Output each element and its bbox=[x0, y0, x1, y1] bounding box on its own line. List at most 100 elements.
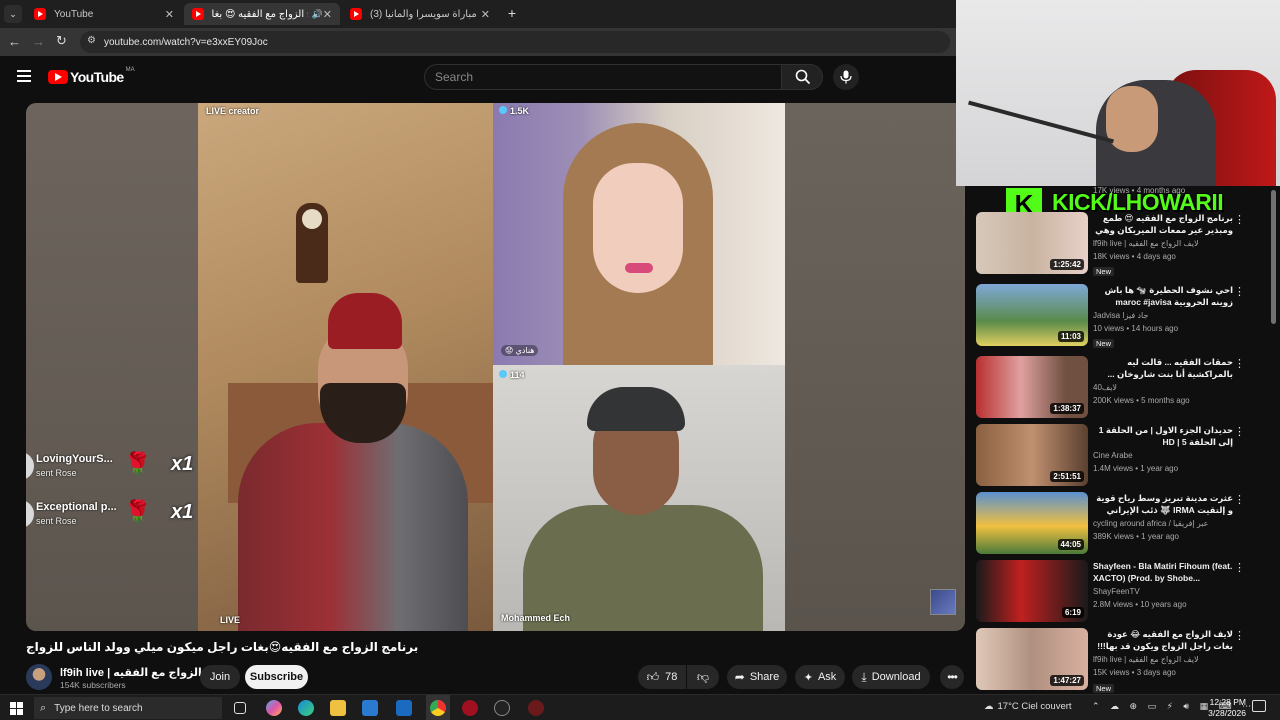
clock-time: 12:28 PM bbox=[1209, 697, 1246, 707]
list-item[interactable]: 1:25:42 برنامج الزواج مع الفقيه 😍 طمع وم… bbox=[976, 212, 1268, 276]
more-vertical-icon[interactable]: ⋮ bbox=[1234, 494, 1245, 506]
guest-man-cap-illustration bbox=[587, 387, 685, 431]
clock[interactable]: 12:28 PM 3/28/2026 bbox=[1200, 697, 1246, 718]
list-item[interactable]: 11:03 احي نشوف الحطيرة 🐄 ها باش زوينه ال… bbox=[976, 284, 1268, 348]
edge-icon[interactable] bbox=[298, 700, 314, 716]
join-button[interactable]: Join bbox=[200, 665, 240, 689]
more-vertical-icon[interactable]: ⋮ bbox=[1234, 562, 1245, 574]
share-button[interactable]: ➦ Share bbox=[727, 665, 787, 689]
site-info-icon[interactable]: ⚙ bbox=[87, 35, 96, 46]
video-pane-host: LIVE creator LIVE bbox=[198, 103, 493, 631]
cloud-icon: ☁ bbox=[984, 701, 994, 712]
share-label: Share bbox=[749, 671, 780, 683]
search-icon: ⌕ bbox=[40, 701, 47, 714]
more-vertical-icon[interactable]: ⋮ bbox=[1234, 358, 1245, 370]
more-vertical-icon[interactable]: ⋮ bbox=[1234, 426, 1245, 438]
download-label: Download bbox=[871, 671, 921, 683]
address-bar[interactable]: ⚙ youtube.com/watch?v=e3xxEY09Joc bbox=[80, 31, 950, 53]
youtube-favicon-icon bbox=[192, 8, 204, 20]
list-item[interactable]: 1:47:27 لايف الزواج مع الفقيه 😂 عودة بغا… bbox=[976, 628, 1268, 693]
taskbar-search-box[interactable]: ⌕ Type here to search bbox=[34, 697, 222, 719]
app-icon-red[interactable] bbox=[462, 700, 478, 716]
subscribe-button[interactable]: Subscribe bbox=[245, 665, 308, 689]
microphone-icon bbox=[840, 70, 852, 84]
recommendation-meta: 18K views • 4 days ago bbox=[1093, 252, 1176, 261]
list-item[interactable]: 6:19 Shayfeen - Bla Matiri Fihoum (feat.… bbox=[976, 560, 1268, 624]
video-thumbnail: 11:03 bbox=[976, 284, 1088, 346]
ask-button[interactable]: ✦ Ask bbox=[795, 665, 845, 689]
recommendation-meta: 10 views • 14 hours ago bbox=[1093, 324, 1179, 333]
more-vertical-icon[interactable]: ⋮ bbox=[1234, 286, 1245, 298]
gift-count: x1 bbox=[171, 501, 194, 523]
more-vertical-icon[interactable]: ⋮ bbox=[1234, 214, 1245, 226]
copilot-icon[interactable] bbox=[266, 700, 282, 716]
menu-icon[interactable] bbox=[17, 70, 31, 82]
task-view-icon[interactable] bbox=[234, 702, 246, 714]
gift-notification-1: LovingYourS... sent Rose 🌹 x1 bbox=[26, 447, 196, 487]
back-icon[interactable]: ← bbox=[8, 34, 21, 49]
video-left-margin bbox=[26, 103, 198, 631]
channel-avatar[interactable] bbox=[26, 664, 52, 690]
gift-user: LovingYourS... bbox=[36, 453, 113, 465]
browser-tab-video[interactable]: برنامج الزواج مع الفقيه 😍 بغا... 🔊 ✕ bbox=[184, 3, 340, 25]
ask-label: Ask bbox=[817, 671, 837, 683]
tab-label: (3) ملخص مباراة سويسرا وألمانيا bbox=[370, 8, 480, 20]
like-button[interactable]: 👍︎ 78 bbox=[638, 665, 686, 689]
gift-notification-2: Exceptional p... sent Rose 🌹 x1 bbox=[26, 495, 196, 535]
region-code: MA bbox=[125, 67, 135, 73]
chrome-icon[interactable] bbox=[430, 700, 446, 716]
outlook-icon[interactable] bbox=[396, 700, 412, 716]
new-badge: New bbox=[1093, 684, 1115, 693]
gift-action: sent Rose bbox=[36, 516, 77, 526]
dislike-button[interactable]: 👎︎ bbox=[687, 665, 719, 689]
video-pane-guest-top: 1.5K 😟 هنادي bbox=[493, 103, 785, 365]
more-vertical-icon[interactable]: ⋮ bbox=[1234, 630, 1245, 642]
avatar bbox=[26, 500, 34, 528]
close-tab-icon[interactable]: ✕ bbox=[481, 8, 490, 21]
store-icon[interactable] bbox=[362, 700, 378, 716]
tab-search-dropdown-button[interactable]: ⌄ bbox=[4, 5, 22, 23]
list-item[interactable]: 1:38:37 حمقات الفقيه ... قالت ليه بالمرا… bbox=[976, 356, 1268, 420]
notifications-icon[interactable] bbox=[1252, 700, 1266, 712]
gift-count: x1 bbox=[171, 453, 194, 475]
fez-hat-illustration bbox=[328, 293, 402, 349]
scrollbar[interactable] bbox=[1271, 190, 1276, 324]
search-input[interactable]: Search bbox=[424, 64, 782, 90]
recommendation-channel: لايف40 bbox=[1093, 383, 1117, 392]
windows-start-icon[interactable] bbox=[10, 702, 23, 715]
reload-icon[interactable]: ↻ bbox=[56, 33, 67, 49]
recommendation-title: احي نشوف الحطيرة 🐄 ها باش زوينه الحروبية… bbox=[1104, 285, 1233, 307]
recommendation-title: Shayfeen - Bla Matiri Fihoum (feat. XACT… bbox=[1093, 561, 1233, 583]
browser-tab-youtube[interactable]: YouTube ✕ bbox=[26, 3, 182, 25]
speaker-icon[interactable]: 🔊 bbox=[312, 9, 323, 20]
list-item[interactable]: 2:51:51 حديدان الجزء الاول | من الحلقة 1… bbox=[976, 424, 1268, 488]
forward-icon[interactable]: → bbox=[32, 34, 45, 49]
recommendation-meta: 1.4M views • 1 year ago bbox=[1093, 464, 1179, 473]
close-tab-icon[interactable]: ✕ bbox=[323, 8, 332, 21]
browser-tab-match[interactable]: (3) ملخص مباراة سويسرا وألمانيا ✕ bbox=[342, 3, 498, 25]
live-creator-label: LIVE creator bbox=[206, 106, 260, 116]
youtube-play-icon bbox=[48, 70, 68, 84]
download-button[interactable]: ⤓ Download bbox=[852, 665, 930, 689]
weather-widget[interactable]: ☁ 17°C Ciel couvert bbox=[984, 701, 1072, 712]
like-count: 78 bbox=[665, 671, 678, 683]
close-tab-icon[interactable]: ✕ bbox=[165, 8, 174, 21]
file-explorer-icon[interactable] bbox=[330, 700, 346, 716]
duration-badge: 11:03 bbox=[1057, 331, 1084, 342]
voice-search-button[interactable] bbox=[833, 64, 859, 90]
list-item[interactable]: 44:05 عثرت مدينة تبريز وسط رياح قوية و إ… bbox=[976, 492, 1268, 556]
search-button[interactable] bbox=[781, 64, 823, 90]
video-player[interactable]: LIVE creator LIVE 1.5K 😟 هنادي 114 Moham… bbox=[26, 103, 965, 631]
thumbs-down-icon: 👎︎ bbox=[696, 669, 710, 684]
app-icon-4k[interactable] bbox=[494, 700, 510, 716]
partial-rec-meta: 17K views • 4 months ago bbox=[1093, 186, 1186, 195]
app-icon-dark[interactable] bbox=[528, 700, 544, 716]
video-thumbnail: 1:38:37 bbox=[976, 356, 1088, 418]
channel-watermark[interactable] bbox=[930, 589, 956, 615]
new-tab-button[interactable]: + bbox=[504, 5, 520, 21]
new-badge: New bbox=[1093, 267, 1115, 276]
video-thumbnail: 6:19 bbox=[976, 560, 1088, 622]
tab-label: YouTube bbox=[54, 8, 94, 20]
youtube-logo[interactable]: YouTube MA bbox=[48, 67, 135, 85]
more-actions-button[interactable]: ••• bbox=[940, 665, 964, 689]
